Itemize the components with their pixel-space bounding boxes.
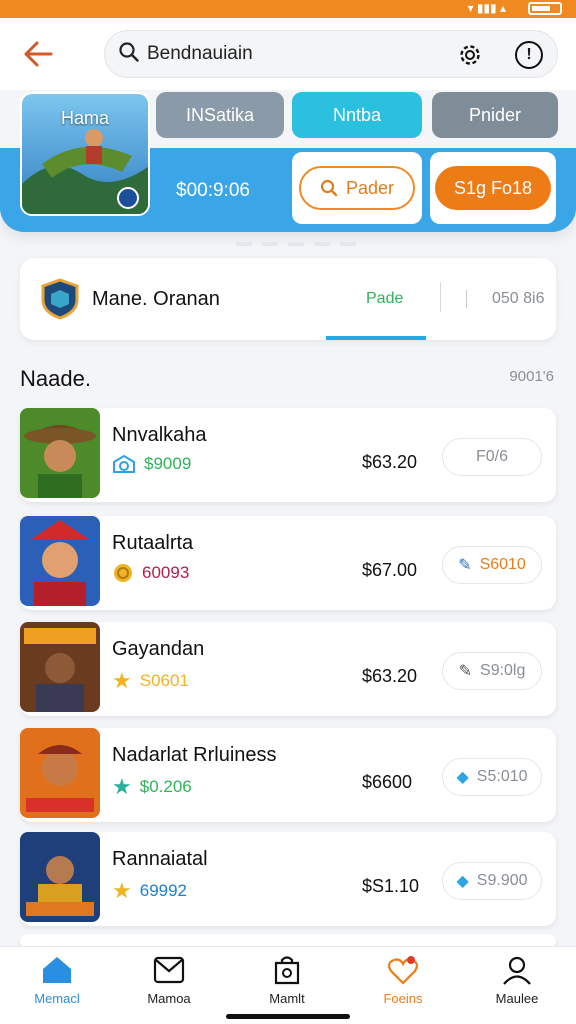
- item-action-button[interactable]: ◆ S9.900: [442, 862, 542, 900]
- list-item[interactable]: Rannaiatal ★ 69992 $S1.10 ◆ S9.900: [20, 832, 556, 926]
- featured-price: $00:9:06: [176, 180, 250, 201]
- item-rating: ★ S0601: [112, 668, 189, 694]
- item-title: Rutaalrta: [112, 532, 194, 554]
- item-action-label: S9:0lg: [480, 662, 526, 679]
- bag-icon: [274, 956, 300, 985]
- top-bar: !: [0, 18, 576, 90]
- gem-icon: ◆: [456, 769, 469, 786]
- nav-library[interactable]: Mamlt: [242, 955, 332, 1006]
- list-item[interactable]: Rutaalrta 60093 $67.00 ✎ S6010: [20, 516, 556, 610]
- search-icon: [119, 41, 139, 67]
- item-price: $S1.10: [362, 876, 420, 896]
- nav-home-label: Memacl: [34, 991, 80, 1006]
- item-price: $63.20: [362, 452, 418, 472]
- sign-button[interactable]: S1g Fo18: [435, 166, 551, 210]
- item-action-button[interactable]: ◆ S5:010: [442, 758, 542, 796]
- star-icon: ★: [112, 774, 132, 799]
- search-icon: [320, 179, 338, 197]
- game-thumbnail: [20, 408, 100, 498]
- nav-messages-label: Mamoa: [147, 991, 191, 1006]
- star-icon: ★: [112, 878, 132, 903]
- item-price: $67.00: [362, 560, 418, 580]
- item-action-label: S9.900: [476, 872, 528, 889]
- gem-icon: ◆: [456, 873, 469, 890]
- chip-nntba[interactable]: Nntba: [292, 92, 422, 138]
- action-card-outline: Pader: [292, 152, 422, 224]
- item-rating-value: 60093: [142, 563, 190, 582]
- notification-heart-icon: [387, 956, 419, 985]
- carousel-dots: [236, 242, 356, 246]
- nav-library-label: Mamlt: [269, 991, 305, 1006]
- pader-button[interactable]: Pader: [299, 166, 415, 210]
- list-item[interactable]: Gayandan ★ S0601 $63.20 ✎ S9:0lg: [20, 622, 556, 716]
- item-rating: 60093: [112, 562, 189, 584]
- rating-badge-icon: [113, 454, 135, 473]
- chip-insatika[interactable]: INSatika: [156, 92, 284, 138]
- back-arrow-icon[interactable]: [18, 34, 58, 74]
- item-rating: ★ $0.206: [112, 774, 192, 800]
- item-title: Gayandan: [112, 638, 205, 660]
- item-action-button[interactable]: F0/6: [442, 438, 542, 476]
- home-indicator: [226, 1014, 350, 1019]
- nav-profile-label: Maulee: [495, 991, 539, 1006]
- user-icon: [503, 956, 531, 985]
- game-thumbnail: [20, 516, 100, 606]
- item-rating-value: $0.206: [139, 777, 192, 796]
- item-title: Nadarlat Rrluiness: [112, 744, 277, 766]
- star-icon: ★: [112, 668, 132, 693]
- nav-profile[interactable]: Maulee: [472, 955, 562, 1006]
- game-thumbnail: [20, 622, 100, 712]
- item-action-label: S5:010: [476, 768, 528, 785]
- item-rating: $9009: [112, 454, 191, 474]
- item-action-button[interactable]: ✎ S9:0lg: [442, 652, 542, 690]
- list-item[interactable]: Nnvalkaha $9009 $63.20 F0/6: [20, 408, 556, 502]
- search-input[interactable]: [147, 43, 437, 65]
- tab-other[interactable]: 050 8i6: [466, 290, 545, 308]
- home-icon: [43, 957, 71, 983]
- section-title: Naade.: [20, 366, 91, 391]
- nav-messages[interactable]: Mamoa: [124, 955, 214, 1006]
- item-action-button[interactable]: ✎ S6010: [442, 546, 542, 584]
- item-title: Rannaiatal: [112, 848, 208, 870]
- nav-favorites[interactable]: Foeins: [358, 955, 448, 1006]
- item-rating-value: $9009: [144, 454, 192, 473]
- section-count: 9001'6: [509, 368, 554, 385]
- featured-game-label: Hama: [60, 108, 109, 128]
- item-price: $6600: [362, 772, 413, 792]
- item-action-label: S6010: [479, 556, 526, 573]
- divider: [440, 282, 441, 312]
- signal-icon: ▾ ▮▮▮ ▴: [467, 1, 506, 15]
- mail-icon: [153, 956, 185, 984]
- nav-home[interactable]: Memacl: [12, 955, 102, 1006]
- item-price: $63.20: [362, 666, 418, 686]
- list-item[interactable]: Nadarlat Rrluiness ★ $0.206 $6600 ◆ S5:0…: [20, 728, 556, 822]
- tab-other-label: 050 8i6: [492, 290, 545, 307]
- chip-pnider[interactable]: Pnider: [432, 92, 558, 138]
- shield-emblem-icon: [40, 278, 80, 325]
- status-bar: ▾ ▮▮▮ ▴: [0, 0, 576, 18]
- featured-game-image[interactable]: Hama: [20, 92, 150, 216]
- item-action-label: F0/6: [475, 448, 508, 465]
- nav-favorites-label: Foeins: [383, 991, 423, 1006]
- tab-indicator: [326, 336, 426, 340]
- edit-icon: ✎: [458, 663, 473, 680]
- bottom-nav: Memacl Mamoa Mamlt Foeins Maulee: [0, 946, 576, 1024]
- pader-button-label: Pader: [345, 177, 395, 198]
- action-card-solid: S1g Fo18: [430, 152, 556, 224]
- item-rating-value: 69992: [139, 881, 188, 900]
- game-thumbnail: [20, 832, 100, 922]
- tab-pade[interactable]: Pade: [366, 290, 403, 308]
- info-icon[interactable]: !: [515, 41, 543, 69]
- item-title: Nnvalkaha: [112, 424, 207, 446]
- item-rating-value: S0601: [139, 671, 189, 690]
- item-rating: ★ 69992: [112, 878, 187, 904]
- battery-icon: [528, 2, 562, 15]
- edit-icon: ✎: [458, 557, 472, 574]
- game-thumbnail: [20, 728, 100, 818]
- coin-icon: [114, 564, 132, 582]
- settings-gear-icon[interactable]: [455, 40, 485, 70]
- search-bar[interactable]: !: [104, 30, 558, 78]
- profile-name: Mane. Oranan: [92, 288, 220, 310]
- profile-panel: Mane. Oranan Pade 050 8i6: [20, 258, 556, 340]
